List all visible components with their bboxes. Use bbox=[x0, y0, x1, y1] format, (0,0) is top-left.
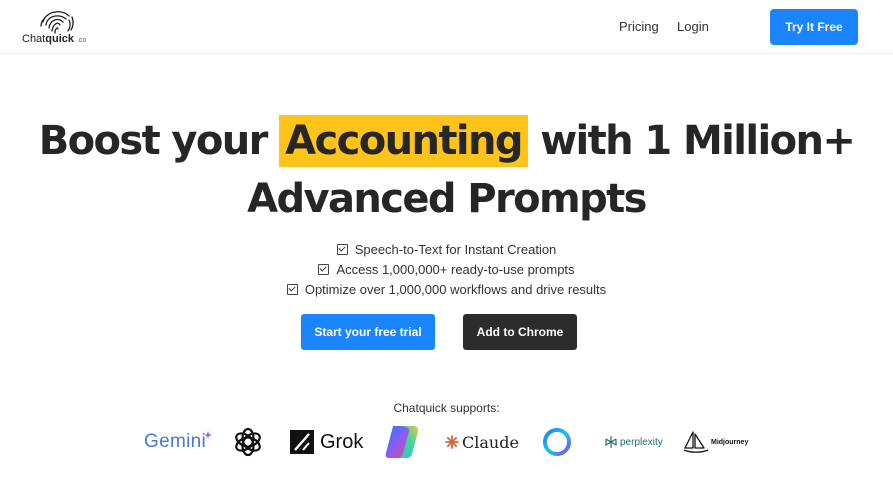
logo-text: Chatquick .co bbox=[22, 33, 86, 45]
gemini-sparkle-icon bbox=[203, 431, 212, 439]
add-to-chrome-button[interactable]: Add to Chrome bbox=[463, 314, 577, 350]
meta-ai-logo bbox=[541, 424, 573, 460]
feature-text: Optimize over 1,000,000 workflows and dr… bbox=[304, 282, 607, 297]
feature-item: Access 1,000,000+ ready-to-use prompts bbox=[0, 260, 893, 280]
claude-starburst-icon bbox=[445, 435, 459, 449]
gemini-logo: Gemini bbox=[144, 424, 212, 460]
feature-text: Access 1,000,000+ ready-to-use prompts bbox=[336, 262, 575, 277]
grok-wordmark: Grok bbox=[320, 430, 364, 453]
logo-brand-regular: Chat bbox=[22, 33, 46, 45]
checkbox-icon bbox=[286, 284, 298, 295]
openai-logo bbox=[232, 424, 264, 460]
midjourney-wordmark: Midjourney bbox=[711, 438, 749, 446]
feature-item: Speech-to-Text for Instant Creation bbox=[0, 240, 893, 260]
perplexity-logo: perplexity bbox=[604, 424, 663, 460]
claude-wordmark: Claude bbox=[462, 432, 519, 452]
midjourney-logo: Midjourney bbox=[683, 424, 748, 460]
copilot-icon bbox=[385, 426, 419, 458]
feature-item: Optimize over 1,000,000 workflows and dr… bbox=[0, 280, 893, 300]
nav-link-login[interactable]: Login bbox=[677, 19, 709, 34]
checkbox-icon bbox=[336, 244, 348, 255]
perplexity-icon bbox=[605, 436, 617, 448]
claude-logo: Claude bbox=[445, 424, 519, 460]
supports-heading: Chatquick supports: bbox=[393, 401, 500, 415]
grok-logo: Grok bbox=[290, 424, 363, 460]
hero-title-part2: with 1 Million+ bbox=[527, 118, 856, 164]
try-it-free-button[interactable]: Try It Free bbox=[770, 9, 858, 45]
logo-suffix: .co bbox=[76, 37, 87, 44]
logo-brand-bold: quick bbox=[45, 33, 74, 45]
copilot-logo bbox=[383, 424, 421, 460]
top-nav: Chatquick .co Pricing Login Try It Free bbox=[0, 0, 893, 54]
hero-title-line2: Advanced Prompts bbox=[247, 176, 647, 222]
feature-text: Speech-to-Text for Instant Creation bbox=[354, 242, 557, 257]
hero-title-part1: Boost your bbox=[38, 118, 280, 164]
gemini-wordmark: Gemini bbox=[144, 431, 206, 452]
perplexity-wordmark: perplexity bbox=[620, 436, 663, 448]
hero-title: Boost your Accounting with 1 Million+ Ad… bbox=[0, 112, 893, 228]
openai-icon bbox=[235, 427, 261, 457]
grok-icon bbox=[290, 430, 314, 454]
fingerprint-icon bbox=[40, 11, 74, 34]
meta-ai-ring-icon bbox=[543, 428, 571, 456]
feature-list: Speech-to-Text for Instant Creation Acce… bbox=[0, 240, 893, 300]
checkbox-icon bbox=[318, 264, 330, 275]
chatquick-logo[interactable]: Chatquick .co bbox=[22, 8, 102, 48]
nav-link-pricing[interactable]: Pricing bbox=[619, 19, 659, 34]
hero-title-highlight: Accounting bbox=[279, 115, 528, 167]
start-free-trial-button[interactable]: Start your free trial bbox=[301, 314, 435, 350]
midjourney-boat-icon bbox=[683, 431, 709, 453]
